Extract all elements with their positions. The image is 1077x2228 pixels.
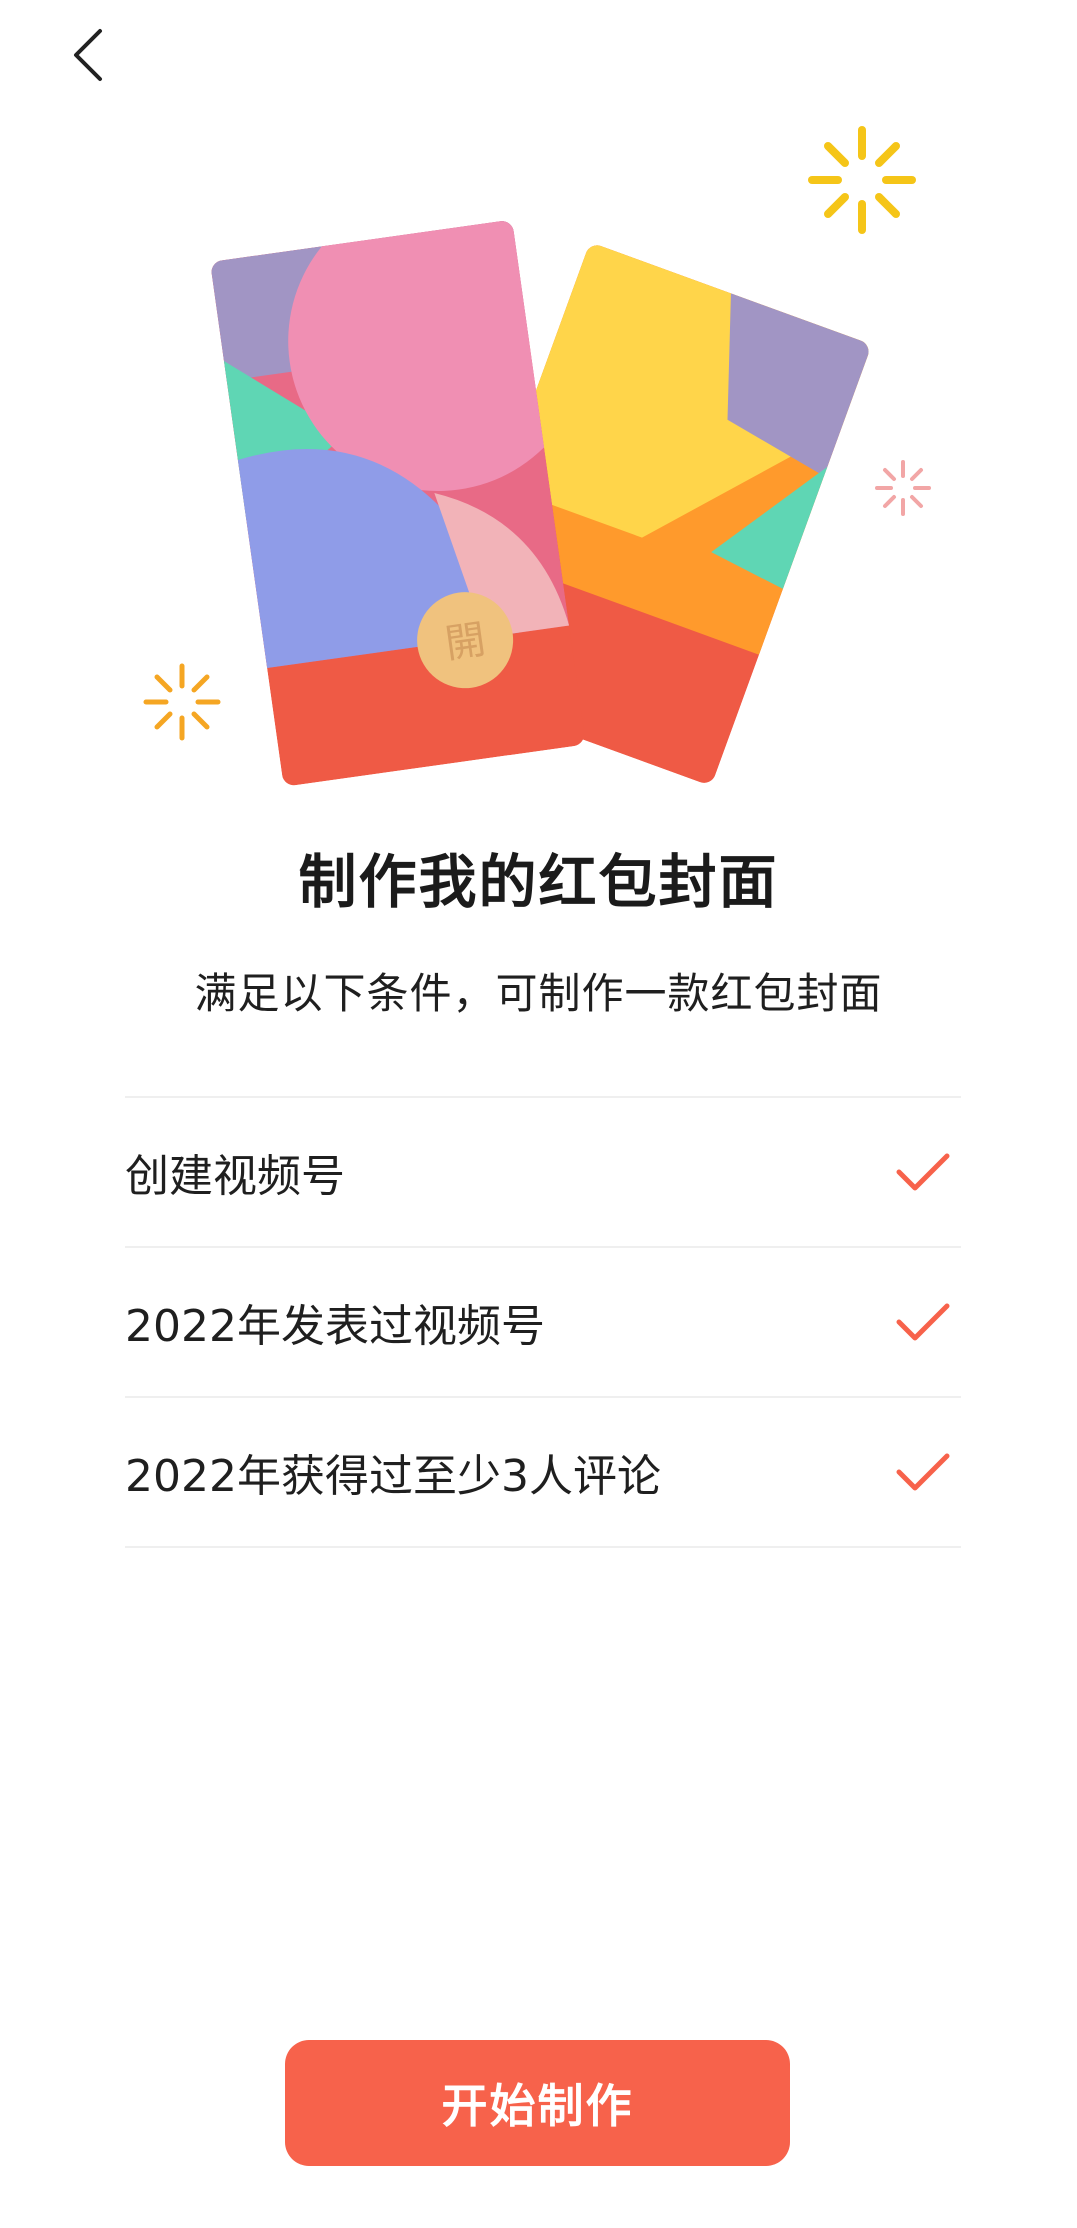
checkmark-icon (896, 1153, 950, 1191)
back-button[interactable] (58, 20, 118, 90)
illustration-canvas: 開 (143, 126, 931, 787)
red-envelope-cover-screen: 開 制作我的红包封面 满足以下条件，可制作一款红包封面 创建视频号 2022年发… (0, 0, 1077, 2228)
sparkle-yellow-icon (808, 126, 916, 234)
conditions-list: 创建视频号 2022年发表过视频号 2022年获得过至少3人评论 (125, 1096, 961, 1548)
checkmark-icon (896, 1453, 950, 1491)
chevron-left-icon (74, 29, 102, 81)
left-envelope-seal-text: 開 (442, 617, 488, 668)
condition-label: 2022年发表过视频号 (125, 1301, 545, 1352)
start-making-button[interactable]: 开始制作 (285, 2040, 790, 2166)
page-title: 制作我的红包封面 (298, 848, 779, 916)
condition-item-comments-2022: 2022年获得过至少3人评论 (125, 1398, 961, 1548)
checkmark-icon (896, 1303, 950, 1341)
red-envelope-illustration: 開 (0, 110, 1077, 790)
condition-item-posted-2022: 2022年发表过视频号 (125, 1248, 961, 1398)
page-subtitle: 满足以下条件，可制作一款红包封面 (194, 969, 883, 1018)
condition-item-create-channel: 创建视频号 (125, 1098, 961, 1248)
sparkle-pink-icon (875, 460, 931, 516)
sparkle-orange-icon (143, 663, 221, 741)
condition-label: 2022年获得过至少3人评论 (125, 1451, 661, 1502)
condition-label: 创建视频号 (125, 1151, 345, 1202)
